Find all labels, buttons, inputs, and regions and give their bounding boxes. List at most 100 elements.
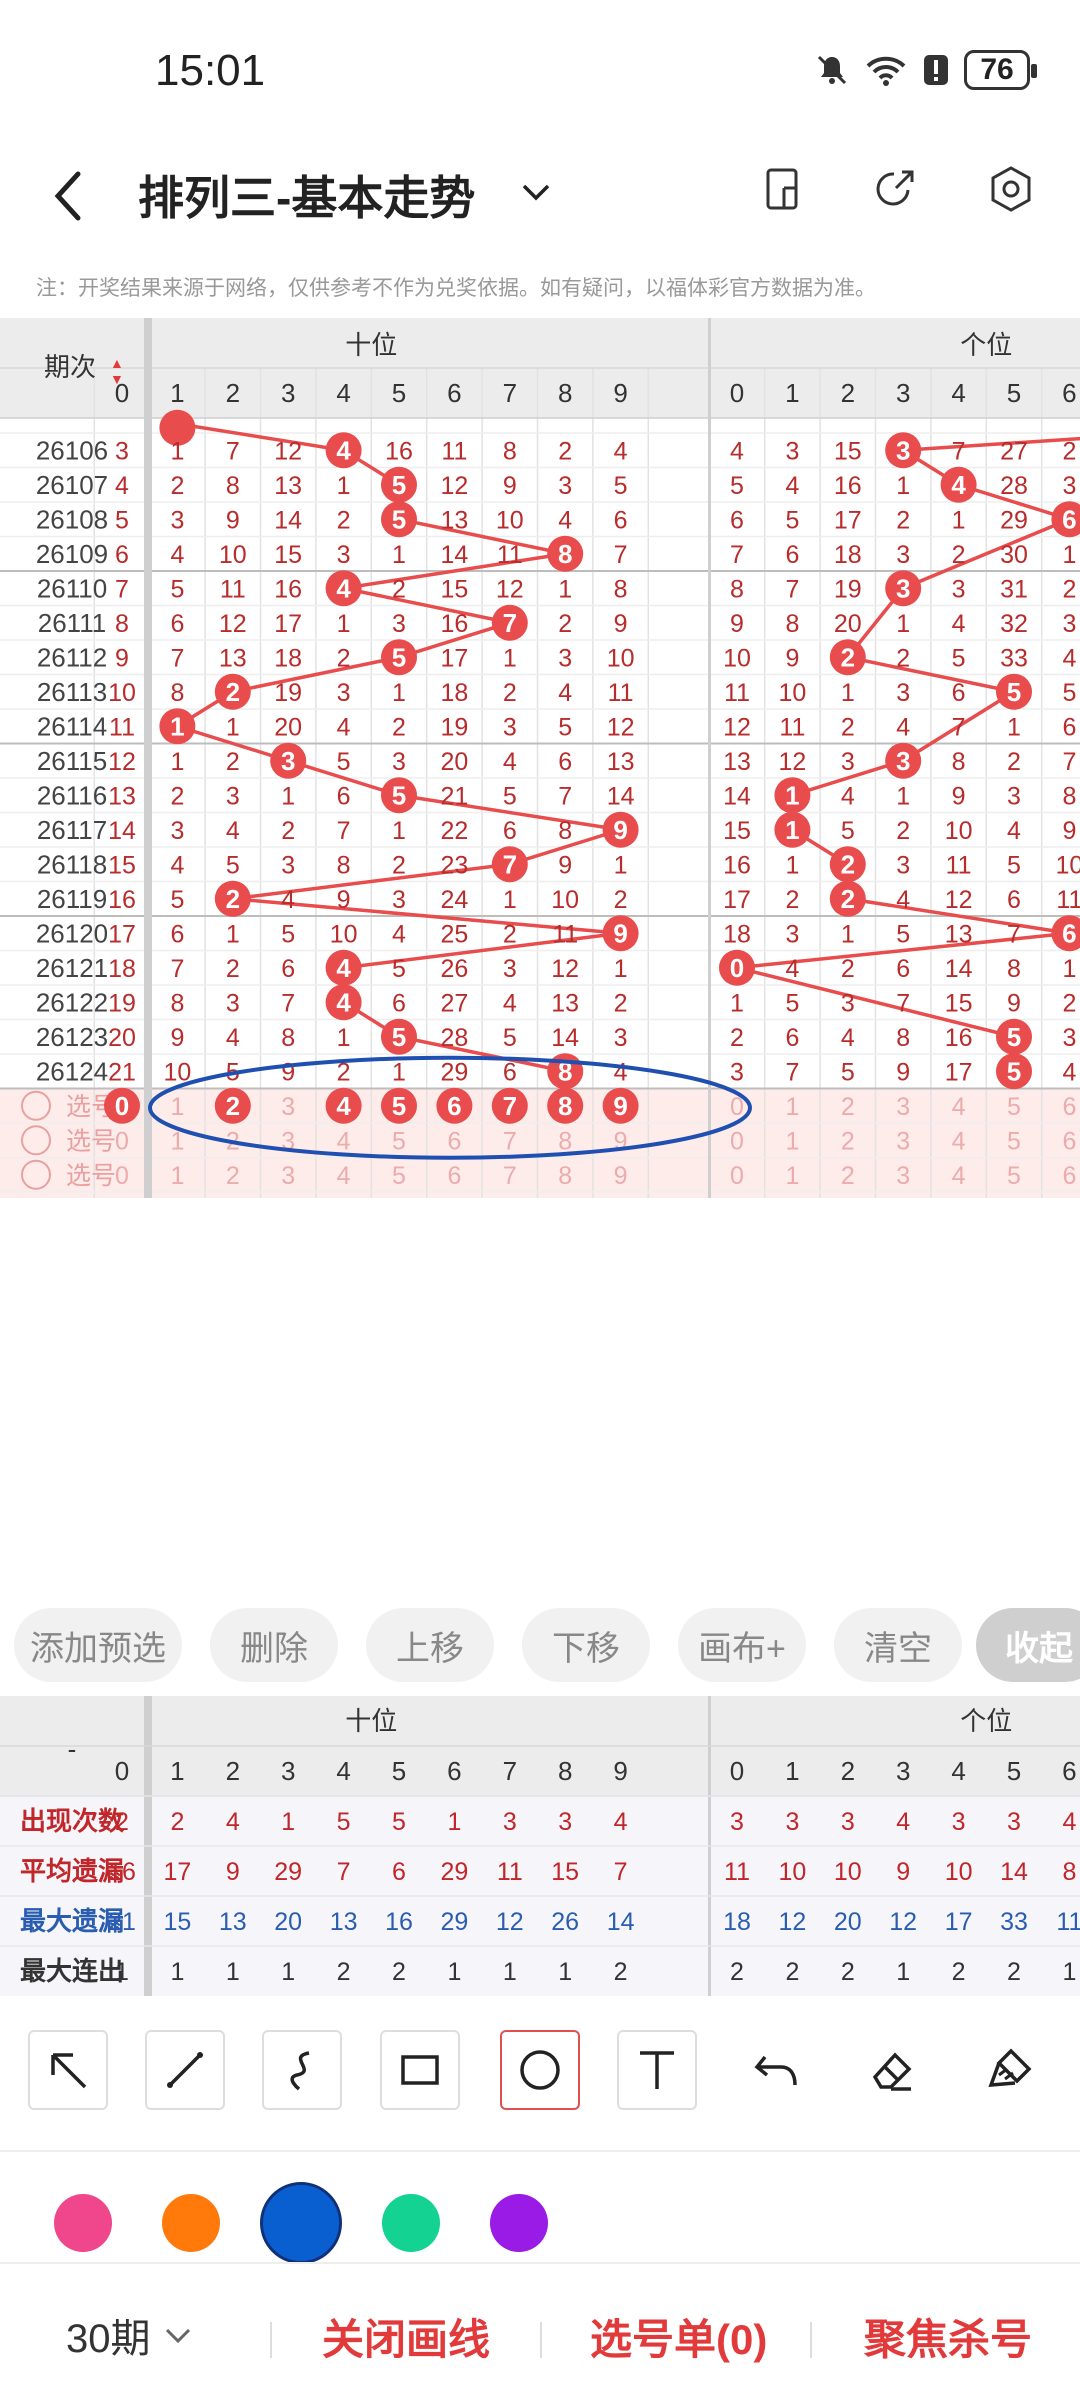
color-swatch-pink[interactable] bbox=[54, 2194, 112, 2252]
sort-up-icon[interactable]: ▲ bbox=[110, 355, 124, 371]
omission-cell: 5 bbox=[503, 782, 517, 810]
page-title[interactable]: 排列三-基本走势 bbox=[138, 162, 475, 228]
omission-cell: 1 bbox=[392, 679, 406, 707]
select-digit[interactable]: 6 bbox=[1062, 1162, 1076, 1190]
select-digit[interactable]: 4 bbox=[952, 1162, 966, 1190]
select-digit[interactable]: 3 bbox=[896, 1093, 910, 1121]
omission-cell: 21 bbox=[440, 782, 468, 810]
select-digit[interactable]: 5 bbox=[392, 1162, 406, 1190]
omission-cell: 2 bbox=[392, 851, 406, 879]
omission-cell: 4 bbox=[1062, 1058, 1076, 1086]
select-digit[interactable]: 1 bbox=[785, 1093, 799, 1121]
color-swatch-purple[interactable] bbox=[490, 2194, 548, 2252]
select-label[interactable]: 选号 bbox=[66, 1162, 116, 1190]
select-digit[interactable]: 4 bbox=[952, 1093, 966, 1121]
focus-kill-button[interactable]: 聚焦杀号 bbox=[864, 2306, 1032, 2367]
select-digit[interactable]: 5 bbox=[1007, 1093, 1021, 1121]
select-digit[interactable]: 3 bbox=[281, 1093, 295, 1121]
pick-list-button[interactable]: 选号单(0) bbox=[590, 2306, 767, 2367]
select-digit[interactable]: 1 bbox=[170, 1162, 184, 1190]
select-digit[interactable]: 2 bbox=[841, 1162, 855, 1190]
digit-header: 8 bbox=[558, 378, 572, 408]
select-digit[interactable]: 2 bbox=[841, 1093, 855, 1121]
select-digit[interactable]: 0 bbox=[115, 1127, 129, 1155]
select-digit[interactable]: 3 bbox=[281, 1162, 295, 1190]
select-digit[interactable]: 1 bbox=[170, 1093, 184, 1121]
select-digit[interactable]: 7 bbox=[503, 1162, 517, 1190]
omission-cell: 15 bbox=[834, 437, 862, 465]
selected-digit[interactable]: 8 bbox=[558, 1091, 572, 1121]
settings-icon[interactable] bbox=[986, 164, 1036, 214]
select-digit[interactable]: 4 bbox=[952, 1127, 966, 1155]
clear-button[interactable]: 清空 bbox=[834, 1608, 962, 1682]
select-digit[interactable]: 8 bbox=[558, 1127, 572, 1155]
selected-digit[interactable]: 9 bbox=[613, 1091, 627, 1121]
select-digit[interactable]: 4 bbox=[337, 1127, 351, 1155]
back-arrow-icon[interactable] bbox=[46, 166, 90, 226]
canvas-add-button[interactable]: 画布+ bbox=[678, 1608, 806, 1682]
select-digit[interactable]: 8 bbox=[558, 1162, 572, 1190]
ellipse-tool-icon[interactable] bbox=[500, 2030, 580, 2110]
stats-digit-header: 1 bbox=[170, 1756, 184, 1786]
clear-brush-icon[interactable] bbox=[970, 2030, 1050, 2110]
period-selector[interactable]: 30期 bbox=[66, 2306, 193, 2364]
selected-digit[interactable]: 7 bbox=[503, 1091, 517, 1121]
omission-cell: 1 bbox=[281, 782, 295, 810]
select-digit[interactable]: 2 bbox=[841, 1127, 855, 1155]
hit-digit: 2 bbox=[841, 642, 855, 672]
omission-cell: 17 bbox=[945, 1058, 973, 1086]
omission-cell: 5 bbox=[1062, 679, 1076, 707]
select-digit[interactable]: 9 bbox=[614, 1162, 628, 1190]
select-digit[interactable]: 6 bbox=[447, 1162, 461, 1190]
color-swatch-orange[interactable] bbox=[162, 2194, 220, 2252]
select-digit[interactable]: 0 bbox=[115, 1162, 129, 1190]
selected-digit[interactable]: 5 bbox=[392, 1091, 406, 1121]
move-up-button[interactable]: 上移 bbox=[366, 1608, 494, 1682]
collapse-button[interactable]: 收起 bbox=[976, 1608, 1080, 1682]
layout-switch-icon[interactable] bbox=[758, 164, 808, 214]
select-digit[interactable]: 6 bbox=[447, 1127, 461, 1155]
eraser-icon[interactable] bbox=[852, 2030, 932, 2110]
curve-tool-icon[interactable] bbox=[262, 2030, 342, 2110]
select-digit[interactable]: 0 bbox=[730, 1127, 744, 1155]
period-header[interactable]: 期次 bbox=[44, 352, 96, 382]
text-tool-icon[interactable] bbox=[617, 2030, 697, 2110]
arrow-tool-icon[interactable] bbox=[28, 2030, 108, 2110]
chevron-down-icon[interactable] bbox=[520, 176, 552, 208]
omission-cell: 6 bbox=[785, 541, 799, 569]
stats-digit-header: 6 bbox=[1062, 1756, 1076, 1786]
select-digit[interactable]: 7 bbox=[503, 1127, 517, 1155]
select-digit[interactable]: 0 bbox=[730, 1162, 744, 1190]
selected-digit[interactable]: 6 bbox=[447, 1091, 461, 1121]
line-tool-icon[interactable] bbox=[145, 2030, 225, 2110]
select-digit[interactable]: 4 bbox=[337, 1162, 351, 1190]
move-down-button[interactable]: 下移 bbox=[522, 1608, 650, 1682]
omission-cell: 4 bbox=[730, 437, 744, 465]
selected-digit[interactable]: 4 bbox=[336, 1091, 351, 1121]
close-line-button[interactable]: 关闭画线 bbox=[322, 2306, 490, 2367]
select-digit[interactable]: 5 bbox=[392, 1127, 406, 1155]
delete-button[interactable]: 删除 bbox=[210, 1608, 338, 1682]
select-digit[interactable]: 5 bbox=[1007, 1127, 1021, 1155]
select-digit[interactable]: 1 bbox=[785, 1127, 799, 1155]
select-digit[interactable]: 3 bbox=[896, 1162, 910, 1190]
select-digit[interactable]: 6 bbox=[1062, 1127, 1076, 1155]
selected-digit[interactable]: 0 bbox=[115, 1091, 129, 1121]
color-swatch-blue-selected[interactable] bbox=[260, 2182, 342, 2264]
select-digit[interactable]: 6 bbox=[1062, 1093, 1076, 1121]
trend-chart-grid[interactable]: 期次 ▲▼十位 个位0 1 2 3 4 5 6 7 8 9 0 1 2 3 4 5 626106 3 1 7 12 4 16 11… bbox=[0, 318, 1080, 1596]
stats-cell: 4 bbox=[1062, 1808, 1076, 1836]
undo-icon[interactable] bbox=[736, 2030, 816, 2110]
select-digit[interactable]: 5 bbox=[1007, 1162, 1021, 1190]
select-digit[interactable]: 3 bbox=[896, 1127, 910, 1155]
select-label[interactable]: 选号 bbox=[66, 1127, 116, 1155]
selected-digit[interactable]: 2 bbox=[226, 1091, 240, 1121]
add-preselect-button[interactable]: 添加预选 bbox=[14, 1608, 182, 1682]
select-digit[interactable]: 1 bbox=[785, 1162, 799, 1190]
omission-cell: 7 bbox=[281, 989, 295, 1017]
select-digit[interactable]: 2 bbox=[226, 1162, 240, 1190]
color-swatch-green[interactable] bbox=[382, 2194, 440, 2252]
rectangle-tool-icon[interactable] bbox=[380, 2030, 460, 2110]
omission-cell: 4 bbox=[614, 1058, 628, 1086]
share-icon[interactable] bbox=[870, 164, 920, 214]
